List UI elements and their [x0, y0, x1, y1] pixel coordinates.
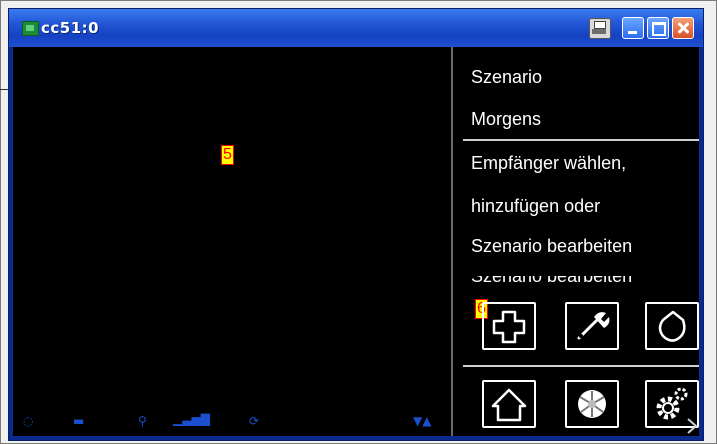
maximize-button[interactable] — [647, 17, 669, 39]
fan-icon — [578, 390, 606, 418]
toolbar-divider — [463, 365, 699, 367]
wifi-icon: ▼▲ — [413, 414, 432, 428]
scenario-label: Szenario — [471, 67, 543, 87]
home-icon — [491, 388, 527, 422]
add-recipient-button[interactable] — [482, 302, 536, 350]
signal-strength-icon: ▁▃▅▇ — [173, 412, 210, 426]
back-icon — [658, 310, 686, 342]
annotation-marker-5: 5 — [221, 145, 234, 165]
minimize-button[interactable] — [622, 17, 644, 39]
header-divider — [463, 139, 699, 141]
home-button[interactable] — [482, 380, 536, 428]
instruction-line-1: Empfänger wählen, — [471, 153, 627, 173]
instruction-line-2: hinzufügen oder — [471, 196, 601, 216]
network-icon: ▬ — [73, 414, 85, 428]
clipped-instruction-label: Szenario bearbeiten — [471, 276, 632, 284]
scroll-right-icon[interactable] — [685, 417, 699, 435]
app-icon — [22, 21, 39, 36]
scenario-panel: Szenario Morgens Empfänger wählen, hinzu… — [453, 47, 699, 436]
title-bar[interactable]: cc51:0 — [9, 9, 703, 47]
ventilation-button[interactable] — [565, 380, 619, 428]
wrench-icon — [577, 312, 610, 340]
edge-mark — [0, 89, 8, 90]
add-icon — [492, 310, 526, 344]
antenna-icon: ⚲ — [138, 414, 147, 428]
app-window: cc51:0 5 ◌ ▬ ⚲ ▁▃▅▇ ⟳ ▼▲ Szenario Morgen… — [8, 8, 704, 441]
scenario-name: Morgens — [471, 109, 542, 129]
instruction-line-3: Szenario bearbeiten — [471, 236, 633, 256]
edit-tools-button[interactable] — [565, 302, 619, 350]
print-icon[interactable] — [589, 18, 611, 39]
power-icon: ◌ — [23, 414, 34, 428]
status-bar: ◌ ▬ ⚲ ▁▃▅▇ ⟳ ▼▲ — [13, 412, 451, 432]
screen-content: 5 ◌ ▬ ⚲ ▁▃▅▇ ⟳ ▼▲ Szenario Morgens Empfä… — [13, 47, 699, 436]
back-button[interactable] — [645, 302, 699, 350]
sync-icon: ⟳ — [249, 414, 260, 428]
close-button[interactable] — [672, 17, 694, 39]
window-title: cc51:0 — [41, 19, 100, 37]
clipped-instruction-text: Szenario bearbeiten — [471, 276, 691, 284]
